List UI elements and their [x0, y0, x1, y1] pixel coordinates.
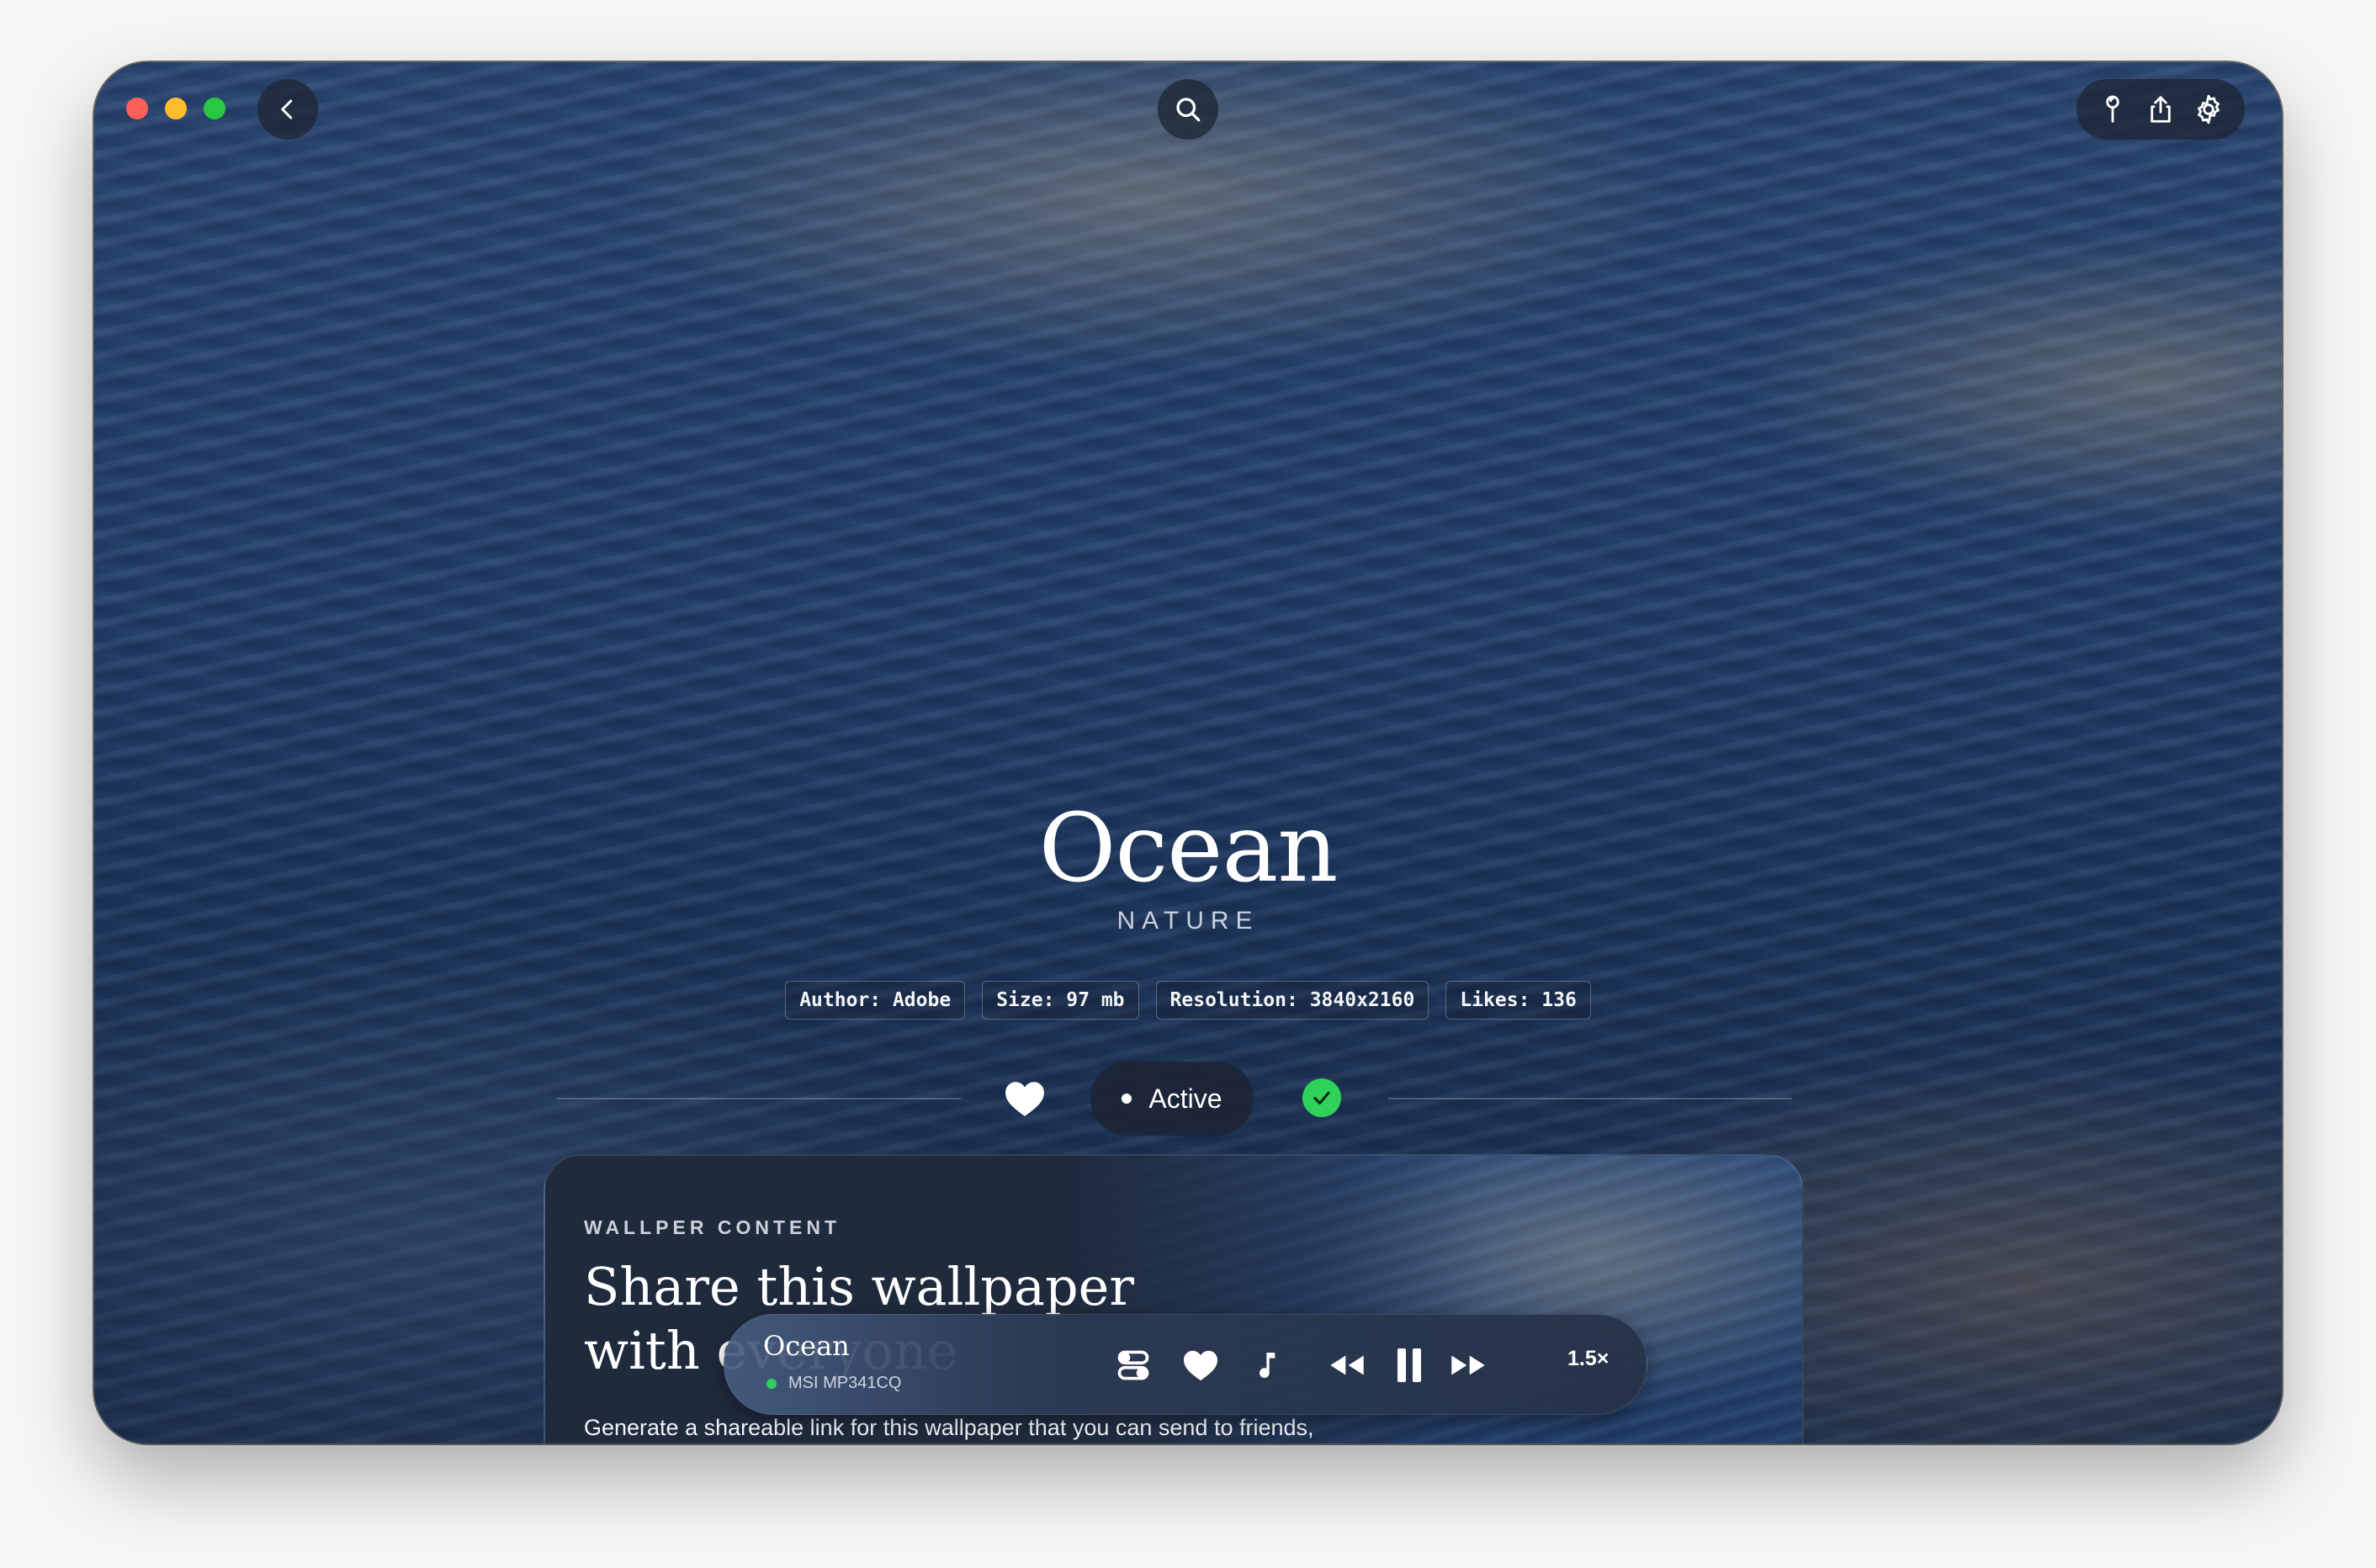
back-chevron-icon — [281, 99, 293, 119]
wallpaper-meta: Author: Adobe Size: 97 mb Resolution: 38… — [94, 981, 2282, 1020]
card-eyebrow: WALLPER CONTENT — [584, 1216, 841, 1238]
player-like-button[interactable] — [1177, 1342, 1224, 1389]
pause-button[interactable] — [1386, 1342, 1433, 1389]
heart-icon — [1184, 1350, 1217, 1381]
applied-check-button[interactable] — [1302, 1078, 1341, 1117]
zoom-window-button[interactable] — [204, 98, 225, 119]
window-controls — [126, 98, 225, 119]
settings-button[interactable] — [2188, 89, 2229, 130]
device-name: MSI MP341CQ — [788, 1374, 902, 1392]
pin-icon — [2105, 95, 2119, 123]
music-button[interactable] — [1244, 1342, 1291, 1389]
minimize-window-button[interactable] — [165, 98, 187, 119]
share-icon — [2151, 96, 2171, 123]
wallpaper-category: NATURE — [1116, 907, 1260, 935]
active-status-button[interactable]: Active — [1090, 1062, 1254, 1136]
search-icon — [1176, 98, 1201, 122]
rewind-button[interactable] — [1323, 1342, 1371, 1389]
mini-player: Ocean MSI MP341CQ 1.5× — [724, 1314, 1647, 1415]
meta-size: Size: 97 mb — [982, 981, 1139, 1020]
gear-icon — [2198, 94, 2220, 124]
pin-button[interactable] — [2092, 89, 2133, 130]
like-button[interactable] — [1003, 1077, 1047, 1120]
search-button[interactable] — [1158, 79, 1218, 140]
divider — [557, 1098, 961, 1099]
app-window: Ocean NATURE Author: Adobe Size: 97 mb R… — [94, 62, 2282, 1444]
device-status-dot — [766, 1378, 777, 1389]
close-window-button[interactable] — [126, 98, 148, 119]
toggle-icon — [1117, 1350, 1149, 1380]
checkmark-icon — [1313, 1091, 1330, 1104]
toolbar-actions — [2076, 79, 2245, 140]
divider — [1388, 1098, 1792, 1099]
meta-author: Author: Adobe — [785, 981, 966, 1020]
toggle-button[interactable] — [1110, 1342, 1157, 1389]
card-description: Generate a shareable link for this wallp… — [584, 1415, 1314, 1440]
rewind-icon — [1330, 1355, 1364, 1375]
playback-speed-button[interactable]: 1.5× — [1567, 1347, 1609, 1371]
active-status-label: Active — [1148, 1083, 1222, 1114]
music-note-icon — [1260, 1353, 1276, 1378]
meta-resolution: Resolution: 3840x2160 — [1155, 981, 1429, 1020]
share-button[interactable] — [2140, 89, 2181, 130]
back-button[interactable] — [257, 79, 318, 140]
fast-forward-button[interactable] — [1445, 1342, 1492, 1389]
status-dot — [1122, 1094, 1132, 1104]
heart-icon — [1005, 1082, 1044, 1116]
meta-likes: Likes: 136 — [1445, 981, 1591, 1020]
player-device: MSI MP341CQ — [766, 1374, 901, 1393]
player-title: Ocean — [763, 1330, 850, 1362]
fast-forward-icon — [1451, 1355, 1485, 1375]
pause-icon — [1397, 1348, 1421, 1382]
status-row: Active — [94, 1062, 2282, 1136]
wallpaper-title: Ocean — [1038, 794, 1339, 903]
